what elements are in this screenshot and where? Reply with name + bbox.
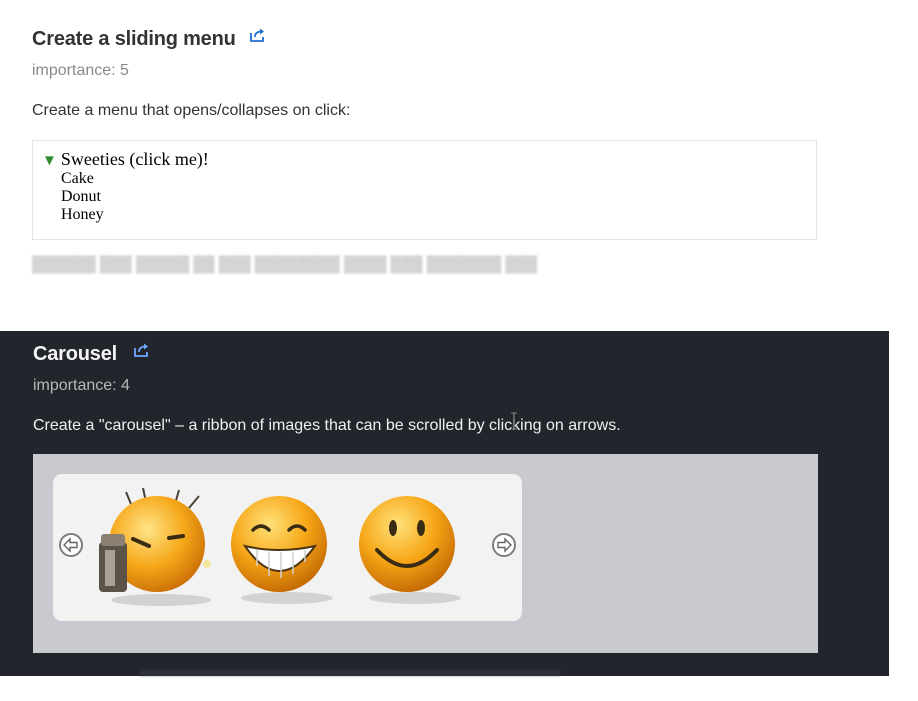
importance-label: importance: 4 [33, 377, 130, 394]
arrow-right-icon[interactable] [492, 533, 516, 557]
blurred-text: ██████ ███ █████ ██ ███ ████████ ████ ██… [32, 256, 538, 273]
task-title-sliding-menu: Create a sliding menu [32, 28, 236, 50]
task-description: Create a "carousel" – a ribbon of images… [33, 417, 621, 434]
sleeping-smiley-image [99, 487, 211, 606]
text-cursor-icon [511, 412, 517, 430]
menu-title: Sweeties (click me)! [60, 149, 209, 169]
menu-item[interactable]: Cake [61, 170, 104, 188]
share-icon[interactable] [249, 27, 267, 43]
importance-label: importance: 5 [32, 62, 129, 79]
menu-items: Cake Donut Honey [61, 170, 104, 224]
triangle-down-icon: ▼ [42, 153, 57, 169]
menu-toggle[interactable]: ▼ Sweeties (click me)! [42, 149, 209, 171]
sliding-menu-demo: ▼ Sweeties (click me)! Cake Donut Honey [32, 140, 817, 240]
carousel-demo [33, 454, 818, 653]
grinning-smiley-image [231, 496, 333, 604]
blurred-text [140, 670, 560, 676]
smiling-smiley-image [359, 496, 461, 604]
share-icon[interactable] [133, 342, 151, 358]
carousel [53, 474, 522, 621]
menu-item[interactable]: Donut [61, 188, 104, 206]
task-title-carousel: Carousel [33, 343, 117, 365]
task-description: Create a menu that opens/collapses on cl… [32, 102, 351, 119]
arrow-left-icon[interactable] [59, 533, 83, 557]
menu-item[interactable]: Honey [61, 206, 104, 224]
